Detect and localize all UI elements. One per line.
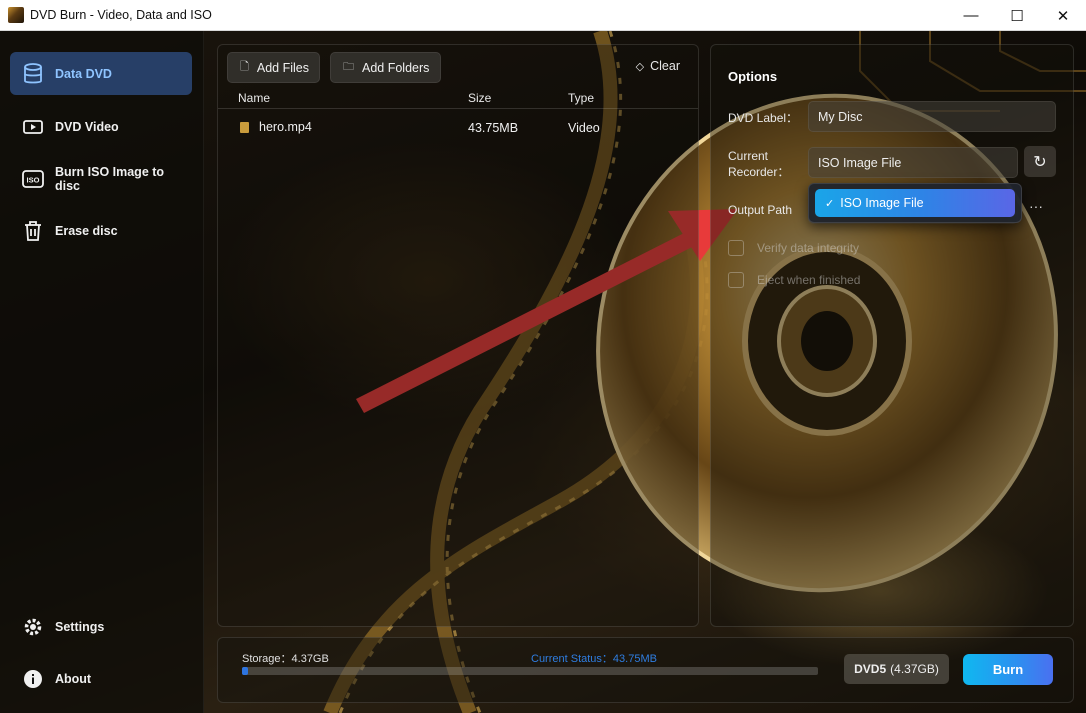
- sidebar-item-label: Settings: [55, 619, 105, 634]
- disc-type-badge[interactable]: DVD5 (4.37GB): [844, 654, 949, 684]
- file-size: 43.75MB: [468, 121, 519, 135]
- options-panel: Options DVD Label： My Disc Current Recor…: [710, 44, 1074, 627]
- storage-progress-fill: [242, 667, 248, 675]
- eject-label: Eject when finished: [757, 273, 861, 287]
- add-folders-button[interactable]: 🗀 Add Folders: [330, 52, 441, 83]
- sidebar-item-label: Data DVD: [55, 66, 112, 81]
- column-size[interactable]: Size: [468, 91, 491, 105]
- dvd-label-input[interactable]: My Disc: [808, 101, 1056, 132]
- sidebar-item-label: Erase disc: [55, 223, 118, 238]
- sidebar-item-data-dvd[interactable]: Data DVD: [10, 52, 192, 95]
- storage-text: Storage：4.37GB: [242, 653, 329, 665]
- video-file-icon: [240, 122, 249, 133]
- dvd-label-label: DVD Label：: [728, 111, 799, 125]
- file-list-panel: 🗋 Add Files 🗀 Add Folders ◇ Clear Name S…: [217, 44, 699, 627]
- sidebar-item-erase-disc[interactable]: Erase disc: [10, 209, 192, 252]
- eject-checkbox[interactable]: [728, 272, 744, 288]
- sidebar-item-dvd-video[interactable]: DVD Video: [10, 105, 192, 148]
- info-icon: [22, 668, 44, 690]
- eraser-icon: ◇: [635, 60, 645, 73]
- options-title: Options: [728, 69, 778, 84]
- verify-data-checkbox[interactable]: [728, 240, 744, 256]
- iso-icon: ISO: [22, 168, 44, 190]
- add-file-icon: 🗋: [240, 61, 249, 73]
- refresh-icon: ↻: [1033, 153, 1047, 171]
- sidebar-item-label: Burn ISO Image to disc: [55, 164, 165, 193]
- sidebar-item-label: About: [55, 671, 92, 686]
- title-bar: DVD Burn - Video, Data and ISO — ☐ ✕: [0, 0, 1086, 31]
- sidebar: Data DVD DVD Video ISO Burn ISO Image to…: [0, 31, 204, 713]
- refresh-recorder-button[interactable]: ↻: [1024, 146, 1056, 177]
- burn-button[interactable]: Burn: [963, 654, 1053, 685]
- table-header: Name Size Type: [218, 91, 698, 109]
- verify-data-label: Verify data integrity: [757, 241, 860, 255]
- browse-path-button[interactable]: ···: [1029, 198, 1043, 214]
- more-icon: ···: [1029, 198, 1043, 214]
- clear-label: Clear: [650, 59, 680, 73]
- recorder-dropdown-list: ✓ ISO Image File: [808, 183, 1022, 223]
- output-path-label: Output Path: [728, 203, 793, 217]
- window-title: DVD Burn - Video, Data and ISO: [30, 8, 212, 22]
- recorder-label-line1: Current: [728, 149, 769, 163]
- recorder-value: ISO Image File: [818, 155, 902, 170]
- sidebar-item-about[interactable]: About: [10, 657, 192, 700]
- video-icon: [22, 116, 44, 138]
- status-panel: Storage：4.37GB Current Status：43.75MB DV…: [217, 637, 1074, 703]
- disc-capacity: (4.37GB): [890, 662, 939, 676]
- sidebar-item-settings[interactable]: Settings: [10, 605, 192, 648]
- add-files-button[interactable]: 🗋 Add Files: [227, 52, 320, 83]
- file-name: hero.mp4: [259, 120, 312, 134]
- sidebar-item-burn-iso[interactable]: ISO Burn ISO Image to disc: [10, 157, 192, 200]
- maximize-button[interactable]: ☐: [994, 0, 1040, 31]
- recorder-select[interactable]: ISO Image File: [808, 147, 1018, 178]
- dropdown-option-label: ISO Image File: [840, 196, 924, 210]
- storage-progress-bar: [242, 667, 818, 675]
- trash-icon: [22, 220, 44, 242]
- table-row[interactable]: hero.mp4 43.75MB Video: [218, 115, 698, 141]
- check-icon: ✓: [825, 197, 835, 210]
- add-folder-icon: 🗀: [343, 61, 354, 73]
- add-files-label: Add Files: [256, 60, 309, 75]
- eject-checkbox-row[interactable]: Eject when finished: [728, 272, 860, 288]
- verify-data-checkbox-row[interactable]: Verify data integrity: [728, 240, 859, 256]
- minimize-button[interactable]: —: [948, 0, 994, 31]
- database-icon: [22, 62, 44, 85]
- window-controls: — ☐ ✕: [948, 0, 1086, 31]
- file-type: Video: [568, 121, 600, 135]
- svg-text:ISO: ISO: [27, 175, 40, 184]
- disc-type: DVD5: [854, 662, 887, 676]
- close-button[interactable]: ✕: [1040, 0, 1086, 31]
- add-folders-label: Add Folders: [362, 60, 430, 75]
- column-type[interactable]: Type: [568, 91, 594, 105]
- recorder-label-line2: Recorder：: [728, 165, 790, 179]
- app-icon: [8, 7, 24, 23]
- gear-icon: [22, 616, 44, 638]
- sidebar-item-label: DVD Video: [55, 119, 119, 134]
- column-name[interactable]: Name: [238, 91, 270, 105]
- clear-button[interactable]: ◇ Clear: [636, 59, 680, 73]
- current-status-text: Current Status：43.75MB: [531, 653, 657, 665]
- dropdown-option-iso-image-file[interactable]: ✓ ISO Image File: [815, 189, 1015, 217]
- dvd-label-value: My Disc: [818, 109, 863, 124]
